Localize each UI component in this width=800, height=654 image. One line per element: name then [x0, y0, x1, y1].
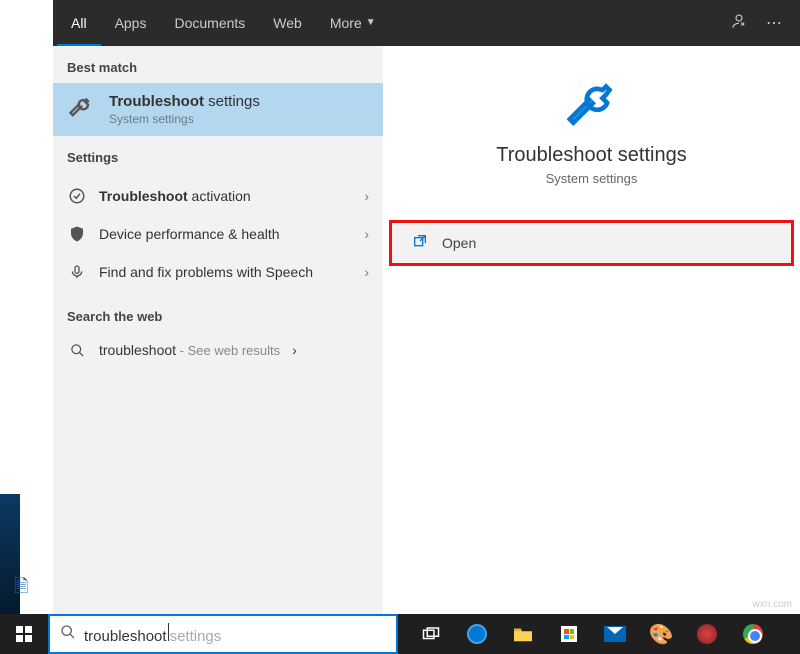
chrome-icon	[743, 624, 763, 644]
search-icon	[60, 624, 76, 645]
microphone-icon	[67, 263, 87, 281]
open-label: Open	[442, 235, 476, 251]
settings-item-speech[interactable]: Find and fix problems with Speech ›	[53, 253, 383, 291]
preview-subtitle: System settings	[383, 171, 800, 186]
best-match-title: Troubleshoot settings	[109, 93, 260, 110]
settings-item-activation[interactable]: Troubleshoot activation ›	[53, 177, 383, 215]
chrome-button[interactable]	[730, 614, 776, 654]
file-explorer-button[interactable]	[500, 614, 546, 654]
open-button[interactable]: Open	[389, 220, 794, 266]
settings-item-label: Troubleshoot activation	[99, 188, 352, 204]
edge-browser-button[interactable]	[454, 614, 500, 654]
text-cursor	[168, 623, 169, 641]
microsoft-store-button[interactable]	[546, 614, 592, 654]
web-search-item[interactable]: troubleshoot - See web results ›	[53, 332, 383, 368]
best-match-subtitle: System settings	[109, 112, 260, 126]
mail-icon	[604, 626, 626, 642]
section-best-match: Best match	[53, 46, 383, 83]
taskbar-search-box[interactable]: troubleshoot settings	[48, 614, 398, 654]
chevron-right-icon: ›	[364, 264, 369, 280]
task-view-button[interactable]	[408, 614, 454, 654]
filter-tab-web[interactable]: Web	[259, 0, 316, 46]
preview-title: Troubleshoot settings	[383, 144, 800, 167]
search-icon	[67, 343, 87, 358]
open-icon	[412, 233, 428, 253]
chevron-down-icon: ▼	[366, 0, 376, 46]
settings-item-label: Device performance & health	[99, 226, 352, 242]
filter-tab-more[interactable]: More ▼	[316, 0, 390, 46]
feedback-icon[interactable]	[730, 12, 748, 35]
filter-more-label: More	[330, 0, 362, 46]
section-settings: Settings	[53, 136, 383, 173]
mail-button[interactable]	[592, 614, 638, 654]
start-button[interactable]	[0, 614, 48, 654]
watermark: wxn.com	[753, 599, 792, 610]
wrench-icon	[67, 93, 95, 126]
chevron-right-icon: ›	[364, 188, 369, 204]
web-search-label: troubleshoot - See web results	[99, 342, 280, 358]
check-circle-icon	[67, 187, 87, 205]
filter-tab-all[interactable]: All	[57, 0, 101, 46]
search-filter-bar: All Apps Documents Web More ▼ ⋯	[53, 0, 800, 46]
paint-button[interactable]: 🎨	[638, 614, 684, 654]
section-search-web: Search the web	[53, 295, 383, 332]
more-options-icon[interactable]: ⋯	[766, 13, 782, 33]
store-icon	[561, 626, 577, 642]
snip-button[interactable]	[684, 614, 730, 654]
settings-item-label: Find and fix problems with Speech	[99, 264, 352, 280]
preview-wrench-icon	[383, 76, 800, 132]
shield-icon	[67, 225, 87, 243]
filter-tab-documents[interactable]: Documents	[160, 0, 259, 46]
settings-item-device-health[interactable]: Device performance & health ›	[53, 215, 383, 253]
chevron-right-icon: ›	[364, 226, 369, 242]
search-input-wrapper[interactable]: troubleshoot settings	[84, 623, 386, 645]
best-match-item[interactable]: Troubleshoot settings System settings	[53, 83, 383, 136]
search-results-panel: Best match Troubleshoot settings System …	[53, 46, 383, 614]
chevron-right-icon: ›	[292, 342, 297, 358]
snip-icon	[697, 624, 717, 644]
windows-logo-icon	[16, 626, 32, 642]
taskbar: troubleshoot settings 🎨	[0, 614, 800, 654]
search-value: troubleshoot	[84, 628, 167, 645]
desktop-file-icon[interactable]: 🗎	[14, 574, 28, 604]
filter-tab-apps[interactable]: Apps	[101, 0, 161, 46]
search-placeholder-tail: settings	[170, 628, 222, 645]
edge-icon	[467, 624, 487, 644]
result-preview-panel: Troubleshoot settings System settings Op…	[383, 46, 800, 614]
